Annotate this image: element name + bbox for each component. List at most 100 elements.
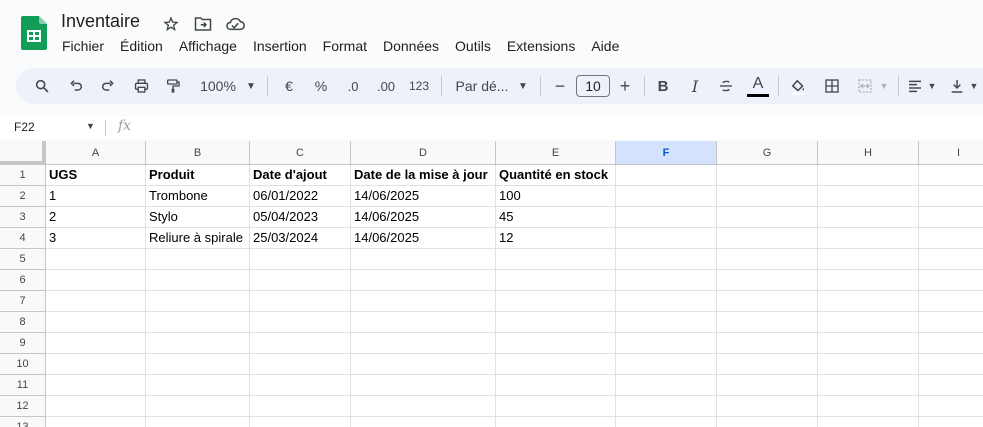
currency-button[interactable]: €	[278, 68, 300, 104]
column-header-i[interactable]: I	[919, 141, 983, 165]
cell-f5[interactable]	[616, 249, 717, 270]
cell-b3[interactable]: Stylo	[146, 207, 250, 228]
cell-f6[interactable]	[616, 270, 717, 291]
cell-f2[interactable]	[616, 186, 717, 207]
text-color-button[interactable]: A	[746, 68, 770, 104]
cell-a1[interactable]: UGS	[46, 165, 146, 186]
row-header[interactable]: 7	[0, 291, 46, 312]
more-formats-button[interactable]: 123	[406, 68, 432, 104]
cell-a13[interactable]	[46, 417, 146, 427]
cell-a8[interactable]	[46, 312, 146, 333]
cell-c5[interactable]	[250, 249, 351, 270]
horizontal-align-icon[interactable]	[904, 68, 926, 104]
cell-c7[interactable]	[250, 291, 351, 312]
move-folder-icon[interactable]	[192, 14, 214, 34]
cell-f9[interactable]	[616, 333, 717, 354]
cell-e3[interactable]: 45	[496, 207, 616, 228]
undo-icon[interactable]	[64, 68, 88, 104]
column-header-d[interactable]: D	[351, 141, 496, 165]
column-header-b[interactable]: B	[146, 141, 250, 165]
cell-g12[interactable]	[717, 396, 818, 417]
cell-g8[interactable]	[717, 312, 818, 333]
column-header-e[interactable]: E	[496, 141, 616, 165]
cell-b4[interactable]: Reliure à spirale	[146, 228, 250, 249]
redo-icon[interactable]	[96, 68, 120, 104]
search-menus-icon[interactable]	[30, 68, 54, 104]
row-header[interactable]: 9	[0, 333, 46, 354]
name-box[interactable]: F22	[14, 120, 35, 134]
cell-b5[interactable]	[146, 249, 250, 270]
cell-b8[interactable]	[146, 312, 250, 333]
cell-c8[interactable]	[250, 312, 351, 333]
cell-c1[interactable]: Date d'ajout	[250, 165, 351, 186]
cell-b6[interactable]	[146, 270, 250, 291]
cell-i2[interactable]	[919, 186, 983, 207]
merge-cells-icon[interactable]	[854, 68, 876, 104]
cell-h8[interactable]	[818, 312, 919, 333]
row-header[interactable]: 2	[0, 186, 46, 207]
cell-f1[interactable]	[616, 165, 717, 186]
cell-c2[interactable]: 06/01/2022	[250, 186, 351, 207]
cell-g3[interactable]	[717, 207, 818, 228]
cell-b2[interactable]: Trombone	[146, 186, 250, 207]
cell-d11[interactable]	[351, 375, 496, 396]
cell-d7[interactable]	[351, 291, 496, 312]
cell-d2[interactable]: 14/06/2025	[351, 186, 496, 207]
row-header[interactable]: 3	[0, 207, 46, 228]
decrease-decimal-button[interactable]: .0	[341, 68, 365, 104]
paint-format-icon[interactable]	[161, 68, 185, 104]
menu-tools[interactable]: Outils	[447, 36, 499, 56]
cell-e9[interactable]	[496, 333, 616, 354]
cell-e11[interactable]	[496, 375, 616, 396]
cell-i11[interactable]	[919, 375, 983, 396]
cell-c3[interactable]: 05/04/2023	[250, 207, 351, 228]
font-size-input[interactable]: 10	[576, 68, 610, 104]
column-header-h[interactable]: H	[818, 141, 919, 165]
cell-b10[interactable]	[146, 354, 250, 375]
column-header-g[interactable]: G	[717, 141, 818, 165]
row-header[interactable]: 1	[0, 165, 46, 186]
valign-chevron-down-icon[interactable]: ▼	[968, 68, 980, 104]
align-chevron-down-icon[interactable]: ▼	[926, 68, 938, 104]
cell-a7[interactable]	[46, 291, 146, 312]
row-header[interactable]: 5	[0, 249, 46, 270]
cell-g6[interactable]	[717, 270, 818, 291]
menu-file[interactable]: Fichier	[54, 36, 112, 56]
cell-f11[interactable]	[616, 375, 717, 396]
cell-i6[interactable]	[919, 270, 983, 291]
row-header[interactable]: 11	[0, 375, 46, 396]
borders-icon[interactable]	[820, 68, 844, 104]
cell-d3[interactable]: 14/06/2025	[351, 207, 496, 228]
merge-chevron-down-icon[interactable]: ▼	[878, 68, 890, 104]
cell-e4[interactable]: 12	[496, 228, 616, 249]
percent-button[interactable]: %	[310, 68, 332, 104]
cell-a9[interactable]	[46, 333, 146, 354]
menu-insert[interactable]: Insertion	[245, 36, 315, 56]
cell-b1[interactable]: Produit	[146, 165, 250, 186]
strikethrough-icon[interactable]	[715, 68, 737, 104]
cell-h6[interactable]	[818, 270, 919, 291]
cell-h2[interactable]	[818, 186, 919, 207]
cell-e12[interactable]	[496, 396, 616, 417]
cell-f7[interactable]	[616, 291, 717, 312]
cell-b9[interactable]	[146, 333, 250, 354]
cell-d6[interactable]	[351, 270, 496, 291]
cell-g1[interactable]	[717, 165, 818, 186]
cell-d9[interactable]	[351, 333, 496, 354]
zoom-chevron-down-icon[interactable]: ▼	[244, 68, 258, 104]
column-header-c[interactable]: C	[250, 141, 351, 165]
column-header-f[interactable]: F	[616, 141, 717, 165]
cell-f4[interactable]	[616, 228, 717, 249]
decrease-font-size-icon[interactable]: −	[551, 68, 569, 104]
cell-f12[interactable]	[616, 396, 717, 417]
cell-i10[interactable]	[919, 354, 983, 375]
menu-view[interactable]: Affichage	[171, 36, 245, 56]
cell-c6[interactable]	[250, 270, 351, 291]
row-header[interactable]: 8	[0, 312, 46, 333]
cell-i13[interactable]	[919, 417, 983, 427]
cell-e8[interactable]	[496, 312, 616, 333]
cell-d4[interactable]: 14/06/2025	[351, 228, 496, 249]
cell-a2[interactable]: 1	[46, 186, 146, 207]
cell-c13[interactable]	[250, 417, 351, 427]
cell-h10[interactable]	[818, 354, 919, 375]
